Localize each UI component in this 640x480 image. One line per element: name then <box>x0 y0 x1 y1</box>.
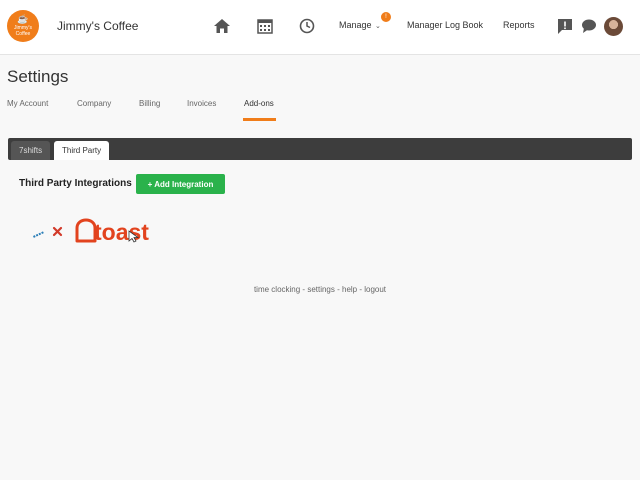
alert-icon[interactable] <box>556 17 574 35</box>
7shifts-logo-icon <box>33 231 44 238</box>
chevron-down-icon: ⌄ <box>375 23 381 30</box>
subnav-billing[interactable]: Billing <box>139 99 160 108</box>
tab-7shifts[interactable]: 7shifts <box>11 141 51 160</box>
calendar-icon[interactable] <box>256 17 274 35</box>
company-logo[interactable]: ☕ Jimmy's Coffee <box>7 10 39 42</box>
footer-link-settings[interactable]: settings <box>307 285 335 294</box>
add-integration-button[interactable]: + Add Integration <box>136 174 225 194</box>
toast-logo-icon: toast <box>75 218 149 245</box>
active-subnav-indicator <box>243 118 276 121</box>
section-title: Third Party Integrations <box>19 178 132 189</box>
reports-link[interactable]: Reports <box>503 20 535 30</box>
home-icon[interactable] <box>213 17 231 35</box>
manager-log-book-link[interactable]: Manager Log Book <box>407 20 483 30</box>
footer-links: time clocking - settings - help - logout <box>0 285 640 294</box>
toast-logo-text: toast <box>94 219 149 245</box>
chat-icon[interactable] <box>580 17 598 35</box>
user-avatar[interactable] <box>604 17 623 36</box>
subnav-invoices[interactable]: Invoices <box>187 99 216 108</box>
footer-link-logout[interactable]: logout <box>364 285 386 294</box>
footer-link-time-clocking[interactable]: time clocking <box>254 285 300 294</box>
clock-icon[interactable] <box>298 17 316 35</box>
subnav-my-account[interactable]: My Account <box>7 99 48 108</box>
toast-integration-item[interactable]: toast <box>30 216 170 248</box>
page-title: Settings <box>7 67 69 86</box>
company-name[interactable]: Jimmy's Coffee <box>57 19 138 33</box>
footer-link-help[interactable]: help <box>342 285 357 294</box>
coffee-cup-icon: ☕ <box>17 14 29 24</box>
subnav-add-ons[interactable]: Add-ons <box>244 99 274 108</box>
subnav-company[interactable]: Company <box>77 99 111 108</box>
settings-subnav: My Account Company Billing Invoices Add-… <box>0 99 640 123</box>
tab-third-party[interactable]: Third Party <box>54 141 110 160</box>
close-icon <box>52 226 63 237</box>
top-navigation-bar: ☕ Jimmy's Coffee Jimmy's Coffee Manage ⌄… <box>0 0 640 55</box>
manage-menu[interactable]: Manage <box>339 20 372 30</box>
notification-badge: ! <box>381 12 391 22</box>
footer-separator: - <box>334 285 342 294</box>
add-ons-tab-bar: 7shifts Third Party <box>8 138 632 160</box>
